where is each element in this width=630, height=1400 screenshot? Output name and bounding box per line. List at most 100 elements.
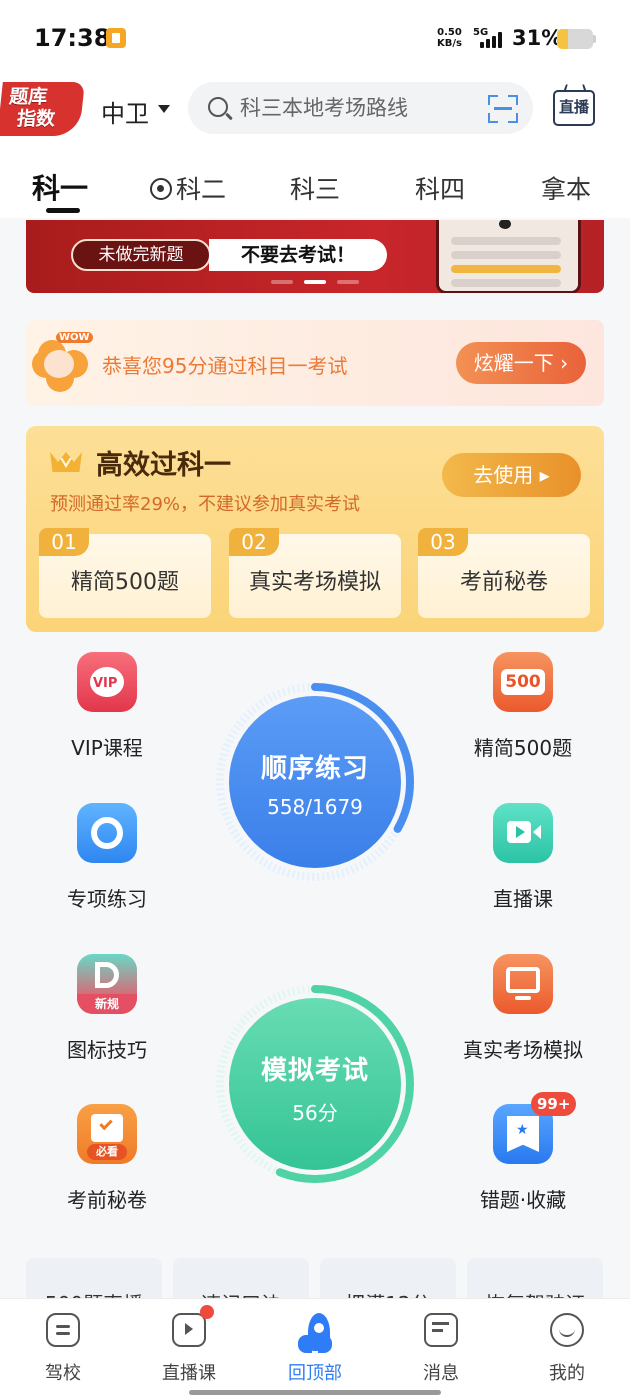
mock-score: 56分 — [292, 1101, 338, 1125]
tab-subject-3[interactable]: 科三 — [290, 170, 340, 206]
vip-icon: VIP — [77, 652, 137, 712]
target-icon — [77, 803, 137, 863]
promo-banner[interactable]: 未做完新题 不要去考试！ — [26, 220, 604, 293]
tab-subject-2[interactable]: 科二 — [150, 170, 226, 206]
efficient-title: 高效过科一 — [96, 450, 231, 481]
flower-mascot-icon: WOW — [28, 332, 93, 392]
notification-dot — [200, 1305, 214, 1319]
battery-percent: 31% — [512, 26, 563, 50]
500-questions-icon: 500 — [493, 652, 553, 712]
special-practice-label: 专项练习 — [67, 887, 147, 911]
tabbar-driving-school[interactable]: 驾校 — [18, 1313, 108, 1385]
tabbar-label: 我的 — [549, 1363, 585, 1384]
500-icon-text: 500 — [501, 669, 545, 695]
carousel-dot-active — [304, 280, 326, 284]
live-course-label: 直播课 — [493, 887, 553, 911]
network-speed-unit: KB/s — [437, 38, 462, 49]
tab-subject-2-label: 科二 — [176, 175, 227, 204]
step-number: 03 — [418, 528, 468, 556]
battery-icon — [557, 29, 593, 49]
must-see-tag: 必看 — [87, 1144, 127, 1160]
banner-pill: 未做完新题 — [71, 239, 211, 271]
tabbar-label: 驾校 — [45, 1363, 81, 1384]
bookmark-star-icon: ★ 99+ — [493, 1092, 577, 1164]
live-course-entry[interactable]: 直播课 — [463, 803, 583, 912]
streamlined-500-entry[interactable]: 500 精简500题 — [463, 652, 583, 761]
scan-icon[interactable] — [488, 95, 518, 123]
efficient-step-card[interactable]: 03 考前秘卷 — [418, 528, 590, 618]
active-tab-indicator — [46, 208, 80, 213]
efficient-step-card[interactable]: 02 真实考场模拟 — [229, 528, 401, 618]
sign-tips-entry[interactable]: 新规 图标技巧 — [47, 954, 167, 1063]
real-exam-sim-entry[interactable]: 真实考场模拟 — [463, 954, 583, 1063]
top-bar: 题库 指数 中卫 直播 — [0, 80, 630, 160]
step-label: 真实考场模拟 — [248, 570, 381, 595]
sign-tips-label: 图标技巧 — [67, 1038, 147, 1062]
carousel-dot — [271, 280, 293, 284]
battery-tip — [593, 35, 596, 43]
tabbar-live[interactable]: 直播课 — [144, 1305, 234, 1385]
tabbar-messages[interactable]: 消息 — [396, 1313, 486, 1385]
search-icon — [208, 97, 228, 117]
step-label: 考前秘卷 — [459, 570, 548, 595]
checklist-icon: 必看 — [77, 1104, 137, 1164]
status-bar: 17:38 0.50 KB/s 5G 31% — [0, 0, 630, 80]
count-badge: 99+ — [531, 1092, 577, 1116]
tab-subject-1[interactable]: 科一 — [32, 167, 88, 207]
mock-title: 模拟考试 — [260, 1056, 369, 1086]
tabbar-profile[interactable]: 我的 — [522, 1313, 612, 1385]
badge-line-2: 指数 — [15, 108, 57, 130]
use-now-button[interactable]: 去使用 ▸ — [442, 453, 581, 497]
tab-subject-4[interactable]: 科四 — [415, 170, 465, 206]
caret-down-icon[interactable] — [158, 105, 170, 113]
search-bar[interactable] — [188, 82, 533, 134]
profile-icon — [550, 1313, 584, 1347]
new-rule-tag: 新规 — [77, 994, 137, 1014]
bottom-tab-bar: 驾校 直播课 回顶部 消息 我的 — [0, 1298, 630, 1400]
city-selector[interactable]: 中卫 — [101, 94, 149, 129]
video-camera-icon — [493, 803, 553, 863]
tabbar-back-to-top[interactable]: 回顶部 — [270, 1313, 360, 1385]
mock-core: 模拟考试 56分 — [229, 998, 401, 1170]
shortcut-card[interactable]: 500题直播 — [26, 1258, 162, 1298]
practice-core: 顺序练习 558/1679 — [229, 696, 401, 868]
message-icon — [424, 1313, 458, 1347]
shortcut-card[interactable]: 恢复驾驶证 — [467, 1258, 603, 1298]
tabbar-label: 直播课 — [162, 1363, 216, 1384]
tab-get-license[interactable]: 拿本 — [541, 170, 591, 206]
step-number: 01 — [39, 528, 89, 556]
shortcut-card[interactable]: 速记口诀 — [173, 1258, 309, 1298]
badge-line-1: 题库 — [8, 86, 49, 108]
special-practice-entry[interactable]: 专项练习 — [47, 803, 167, 912]
practice-progress: 558/1679 — [267, 795, 363, 819]
sequential-practice-button[interactable]: 顺序练习 558/1679 — [213, 680, 417, 884]
question-bank-index-badge[interactable]: 题库 指数 — [0, 82, 85, 136]
practice-title: 顺序练习 — [260, 754, 369, 784]
efficient-step-card[interactable]: 01 精简500题 — [39, 528, 211, 618]
monitor-icon — [493, 954, 553, 1014]
search-input[interactable] — [240, 90, 470, 126]
subject-tabs: 科一 科二 科三 科四 拿本 — [0, 160, 630, 218]
pre-exam-paper-entry[interactable]: 必看 考前秘卷 — [47, 1104, 167, 1213]
mistakes-favorites-entry[interactable]: ★ 99+ 错题·收藏 — [463, 1092, 583, 1213]
network-speed-value: 0.50 — [437, 27, 462, 38]
mistakes-favorites-label: 错题·收藏 — [479, 1188, 567, 1212]
efficient-subtitle: 预测通过率29%，不建议参加真实考试 — [50, 494, 361, 515]
tabbar-label: 消息 — [423, 1363, 459, 1384]
carousel-dot — [337, 280, 359, 284]
status-time: 17:38 — [34, 24, 111, 52]
banner-highlight: 不要去考试！ — [209, 239, 387, 271]
efficient-pass-card: 高效过科一 预测通过率29%，不建议参加真实考试 去使用 ▸ 01 精简500题… — [26, 426, 604, 632]
mock-exam-button[interactable]: 模拟考试 56分 — [213, 982, 417, 1186]
live-tv-button[interactable]: 直播 — [553, 90, 595, 126]
show-off-button[interactable]: 炫耀一下 › — [456, 342, 586, 384]
congrats-message: 恭喜您95分通过科目一考试 — [102, 354, 348, 378]
crown-icon — [50, 446, 82, 472]
real-exam-sim-label: 真实考场模拟 — [463, 1038, 583, 1062]
step-number: 02 — [229, 528, 279, 556]
tv-icon — [172, 1305, 214, 1347]
congrats-card[interactable]: WOW 恭喜您95分通过科目一考试 炫耀一下 › — [26, 320, 604, 406]
vip-course-entry[interactable]: VIP VIP课程 — [47, 652, 167, 761]
vip-icon-text: VIP — [93, 676, 118, 691]
shortcut-card[interactable]: 把满12分 — [320, 1258, 456, 1298]
